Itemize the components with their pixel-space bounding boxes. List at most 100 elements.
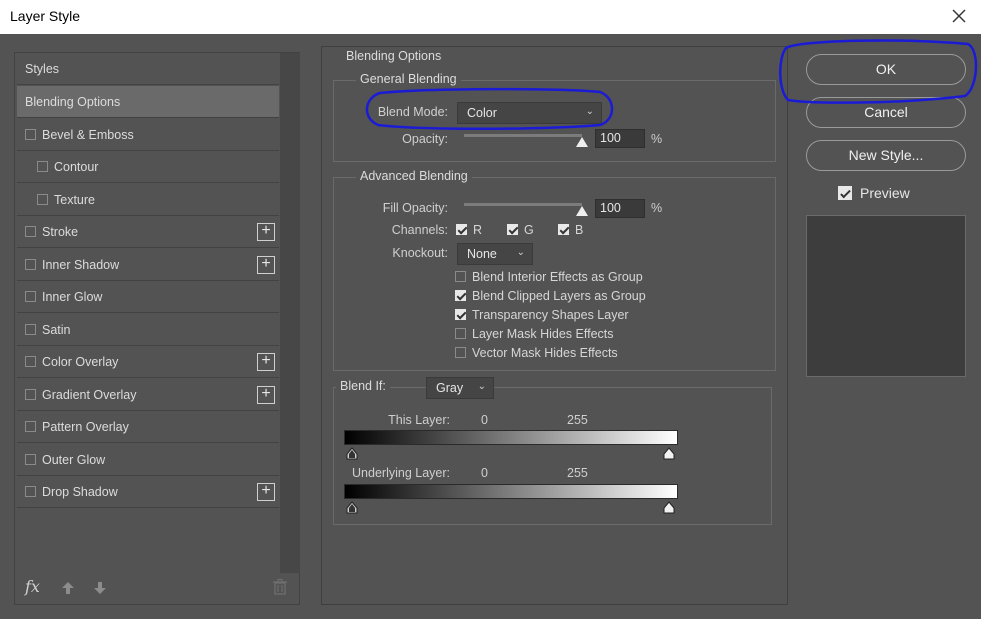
opacity-unit: % xyxy=(651,132,663,146)
blend-mode-dropdown[interactable]: Color ⌄ xyxy=(457,102,602,124)
style-checkbox[interactable] xyxy=(25,486,36,497)
channel-checkbox[interactable] xyxy=(456,224,467,235)
blend-mode-label: Blend Mode: xyxy=(377,105,448,119)
move-up-icon[interactable] xyxy=(61,581,75,595)
move-down-icon[interactable] xyxy=(93,581,107,595)
preview-checkbox[interactable] xyxy=(838,186,852,200)
style-item-bevel-emboss[interactable]: Bevel & Emboss xyxy=(17,119,279,151)
blend-mode-value: Color xyxy=(467,106,497,120)
style-item-label: Blending Options xyxy=(25,95,121,109)
style-checkbox[interactable] xyxy=(25,226,36,237)
general-blending-title: General Blending xyxy=(356,72,461,86)
style-item-inner-glow[interactable]: Inner Glow xyxy=(17,281,279,313)
style-item-contour[interactable]: Contour xyxy=(17,151,279,183)
channel-r[interactable]: R xyxy=(456,223,482,237)
add-effect-icon[interactable]: + xyxy=(257,353,275,371)
option-label: Blend Interior Effects as Group xyxy=(472,270,643,284)
style-checkbox[interactable] xyxy=(25,323,36,335)
opacity-label: Opacity: xyxy=(402,132,448,146)
option-layer-mask-hides-effects[interactable]: Layer Mask Hides Effects xyxy=(455,327,614,341)
preview-label: Preview xyxy=(860,185,910,201)
opacity-slider[interactable] xyxy=(464,134,582,137)
cancel-button[interactable]: Cancel xyxy=(806,97,966,128)
add-effect-icon[interactable]: + xyxy=(257,223,275,241)
knockout-label: Knockout: xyxy=(392,246,448,260)
style-item-outer-glow[interactable]: Outer Glow xyxy=(17,444,279,476)
styles-header[interactable]: Styles xyxy=(17,53,279,85)
this-layer-black-slider[interactable] xyxy=(346,447,358,460)
underlying-black-slider[interactable] xyxy=(346,501,358,514)
channel-g[interactable]: G xyxy=(507,223,534,237)
style-item-texture[interactable]: Texture xyxy=(17,184,279,216)
underlying-layer-label: Underlying Layer: xyxy=(352,466,450,480)
style-item-label: Texture xyxy=(54,192,95,207)
opacity-slider-thumb[interactable] xyxy=(576,137,588,147)
style-checkbox[interactable] xyxy=(37,161,48,172)
style-checkbox[interactable] xyxy=(37,193,48,205)
add-effect-icon[interactable]: + xyxy=(257,255,275,274)
chevron-down-icon: ⌄ xyxy=(585,106,594,117)
channel-b[interactable]: B xyxy=(558,223,583,237)
add-effect-icon[interactable]: + xyxy=(257,483,275,501)
styles-header-label: Styles xyxy=(25,62,60,76)
style-checkbox[interactable] xyxy=(25,388,36,400)
knockout-dropdown[interactable]: None ⌄ xyxy=(457,243,533,265)
this-layer-max: 255 xyxy=(567,413,588,427)
option-blend-clipped-layers-as-group[interactable]: Blend Clipped Layers as Group xyxy=(455,289,646,303)
dialog-body: Styles Blending Options Bevel & Emboss Con… xyxy=(0,34,981,619)
style-item-stroke[interactable]: Stroke + xyxy=(17,216,279,248)
underlying-layer-min: 0 xyxy=(481,466,488,480)
style-checkbox[interactable] xyxy=(25,356,36,367)
fill-opacity-input[interactable]: 100 xyxy=(595,199,645,218)
blend-if-value: Gray xyxy=(436,381,464,395)
fill-opacity-slider-thumb[interactable] xyxy=(576,206,588,216)
option-checkbox[interactable] xyxy=(455,290,466,301)
style-item-blending-options[interactable]: Blending Options xyxy=(17,86,279,118)
option-checkbox[interactable] xyxy=(455,347,466,358)
option-blend-interior-effects-as-group[interactable]: Blend Interior Effects as Group xyxy=(455,270,643,284)
style-item-inner-shadow[interactable]: Inner Shadow + xyxy=(17,249,279,281)
style-item-pattern-overlay[interactable]: Pattern Overlay xyxy=(17,411,279,443)
option-checkbox[interactable] xyxy=(455,271,466,282)
fx-icon[interactable]: fx xyxy=(25,577,40,596)
option-vector-mask-hides-effects[interactable]: Vector Mask Hides Effects xyxy=(455,346,618,360)
window-title: Layer Style xyxy=(10,8,81,24)
underlying-white-slider[interactable] xyxy=(663,501,675,514)
style-checkbox[interactable] xyxy=(25,421,36,432)
add-effect-icon[interactable]: + xyxy=(257,385,275,404)
style-item-label: Inner Glow xyxy=(42,290,103,304)
style-checkbox[interactable] xyxy=(25,291,36,302)
this-layer-white-slider[interactable] xyxy=(663,447,675,460)
opacity-input[interactable]: 100 xyxy=(595,129,645,148)
fill-opacity-slider[interactable] xyxy=(464,203,582,206)
blend-if-dropdown[interactable]: Gray ⌄ xyxy=(426,377,494,399)
close-icon[interactable] xyxy=(951,6,967,26)
style-item-label: Outer Glow xyxy=(42,452,106,467)
trash-icon[interactable] xyxy=(273,579,287,595)
option-checkbox[interactable] xyxy=(455,309,466,320)
style-item-color-overlay[interactable]: Color Overlay + xyxy=(17,346,279,378)
style-item-label: Drop Shadow xyxy=(42,485,118,499)
styles-scrollbar[interactable] xyxy=(280,53,300,573)
style-item-satin[interactable]: Satin xyxy=(17,314,279,346)
blending-options-title: Blending Options xyxy=(342,49,446,63)
style-item-gradient-overlay[interactable]: Gradient Overlay + xyxy=(17,379,279,411)
option-checkbox[interactable] xyxy=(455,328,466,339)
style-item-label: Gradient Overlay xyxy=(42,387,137,402)
preview-toggle[interactable]: Preview xyxy=(838,185,910,201)
style-item-drop-shadow[interactable]: Drop Shadow + xyxy=(17,476,279,508)
style-item-label: Contour xyxy=(54,160,99,174)
style-item-label: Pattern Overlay xyxy=(42,420,129,434)
style-checkbox[interactable] xyxy=(25,258,36,270)
channel-checkbox[interactable] xyxy=(507,224,518,235)
channel-checkbox[interactable] xyxy=(558,224,569,235)
channel-label: G xyxy=(524,223,534,237)
ok-button[interactable]: OK xyxy=(806,54,966,85)
option-transparency-shapes-layer[interactable]: Transparency Shapes Layer xyxy=(455,308,629,322)
advanced-blending-title: Advanced Blending xyxy=(356,169,472,183)
new-style-button[interactable]: New Style... xyxy=(806,140,966,171)
style-checkbox[interactable] xyxy=(25,453,36,465)
option-label: Blend Clipped Layers as Group xyxy=(472,289,646,303)
style-checkbox[interactable] xyxy=(25,128,36,140)
this-layer-gradient xyxy=(344,430,678,445)
